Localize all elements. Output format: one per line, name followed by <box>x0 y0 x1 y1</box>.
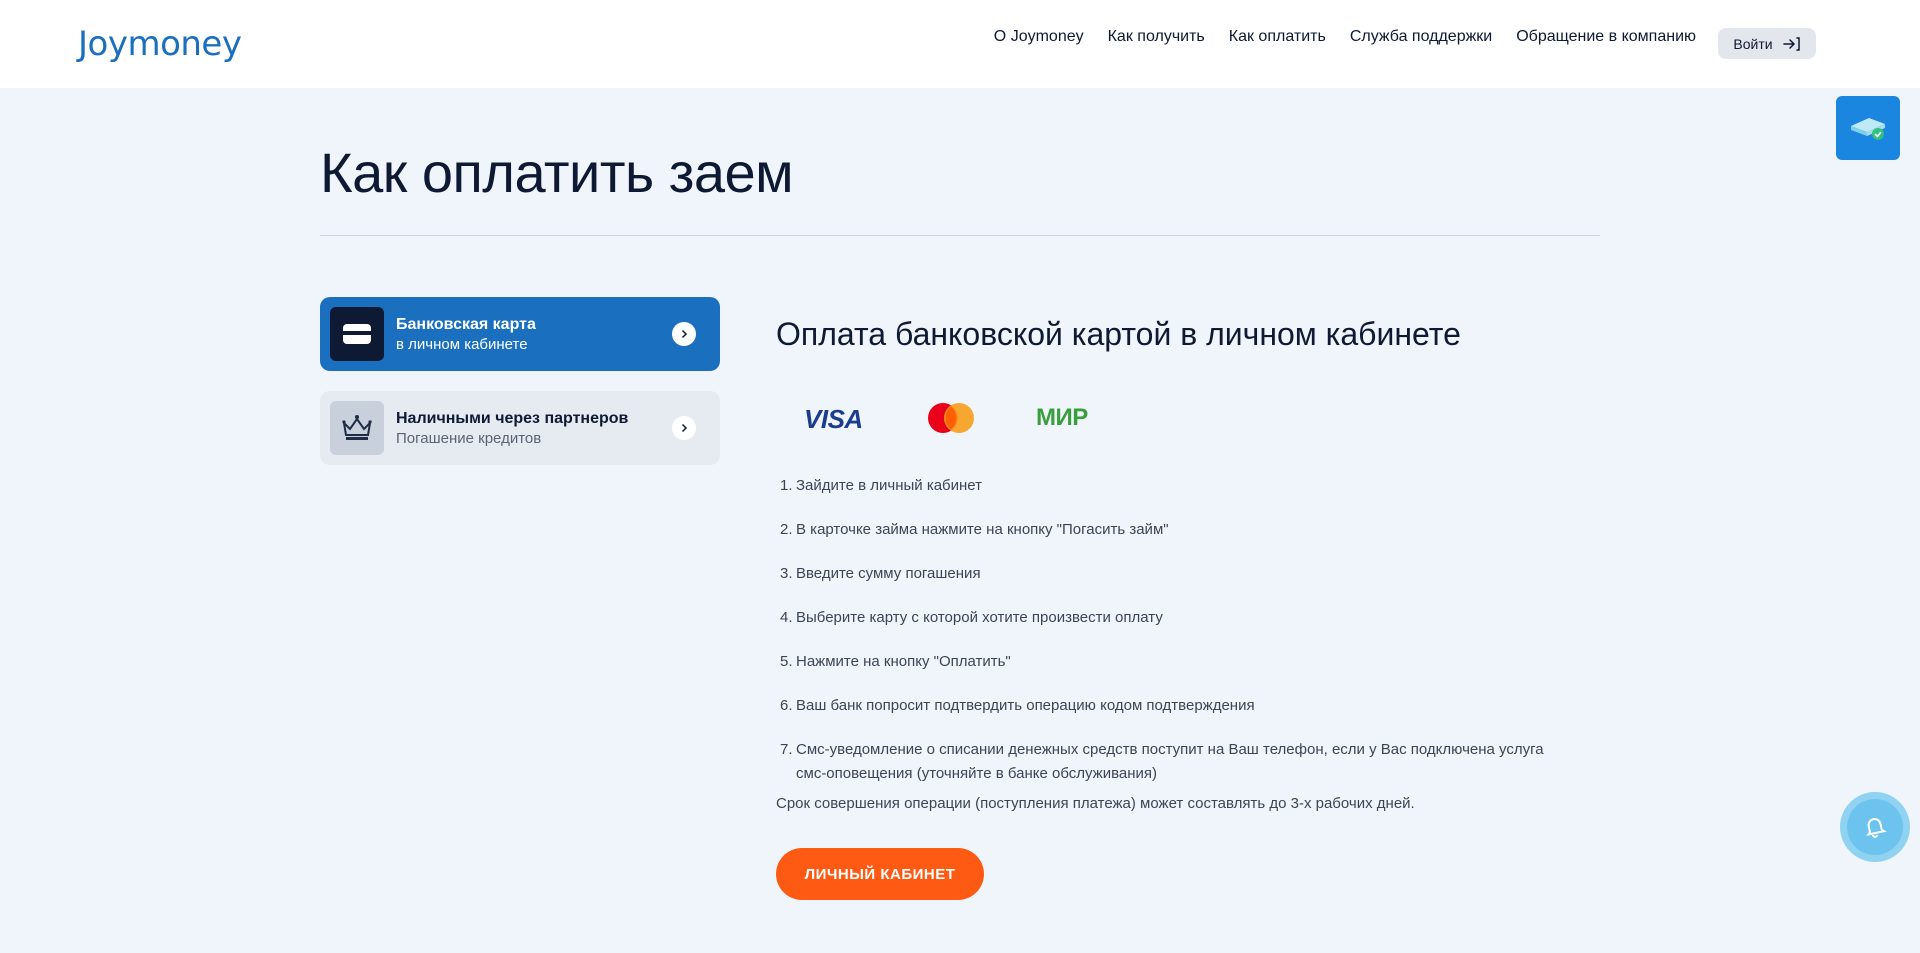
credit-card-icon <box>330 307 384 361</box>
page-title: Как оплатить заем <box>320 141 794 204</box>
money-widget-button[interactable] <box>1836 96 1900 160</box>
logo[interactable]: Joymoney <box>78 24 242 64</box>
chevron-right-icon <box>672 416 696 440</box>
tab-subtitle: Погашение кредитов <box>396 429 542 447</box>
step-item: 6. Ваш банк попросит подтвердить операцию… <box>780 697 1255 714</box>
section-title: Оплата банковской картой в личном кабине… <box>776 316 1461 352</box>
step-item: 4. Выберите карту с которой хотите произв… <box>780 609 1163 626</box>
main-nav: О Joymoney Как получить Как оплатить Слу… <box>970 28 1696 46</box>
tab-title: Наличными через партнеров <box>396 409 629 427</box>
nav-item-how-to-get[interactable]: Как получить <box>1108 28 1205 46</box>
mir-logo: МИР <box>1036 404 1088 431</box>
nav-item-about[interactable]: О Joymoney <box>994 28 1084 46</box>
tab-title: Банковская карта <box>396 315 536 333</box>
chevron-right-icon <box>672 322 696 346</box>
money-stack-icon <box>1851 118 1885 140</box>
visa-logo: VISA <box>804 404 863 434</box>
step-item: 5. Нажмите на кнопку "Оплатить" <box>780 653 1011 670</box>
step-item: 7. Смс-уведомление о списании денежных ср… <box>780 741 1544 782</box>
nav-item-how-to-pay[interactable]: Как оплатить <box>1229 28 1326 46</box>
nav-item-appeal[interactable]: Обращение в компанию <box>1516 28 1696 46</box>
login-label: Войти <box>1733 35 1773 52</box>
login-button[interactable]: Войти <box>1718 28 1816 59</box>
payment-note: Срок совершения операции (поступления пл… <box>776 795 1415 812</box>
tab-subtitle: в личном кабинете <box>396 335 528 353</box>
divider <box>320 235 1600 236</box>
personal-cabinet-button[interactable]: ЛИЧНЫЙ КАБИНЕТ <box>776 848 984 900</box>
payment-steps: 1. Зайдите в личный кабинет 2. В карточке … <box>780 474 1550 806</box>
site-header: Joymoney О Joymoney Как получить Как опл… <box>0 0 1920 88</box>
nav-item-support[interactable]: Служба поддержки <box>1350 28 1492 46</box>
notifications-button[interactable] <box>1840 792 1910 862</box>
step-item: 3. Введите сумму погашения <box>780 565 981 582</box>
mastercard-logo <box>928 403 974 433</box>
step-item: 2. В карточке займа нажмите на кнопку "По… <box>780 521 1169 538</box>
crown-icon <box>330 401 384 455</box>
tab-bank-card[interactable]: Банковская карта в личном кабинете <box>320 297 720 371</box>
step-item: 1. Зайдите в личный кабинет <box>780 477 983 494</box>
tab-cash-partners[interactable]: Наличными через партнеров Погашение кред… <box>320 391 720 465</box>
bell-icon <box>1866 818 1887 838</box>
login-arrow-icon <box>1782 36 1800 51</box>
